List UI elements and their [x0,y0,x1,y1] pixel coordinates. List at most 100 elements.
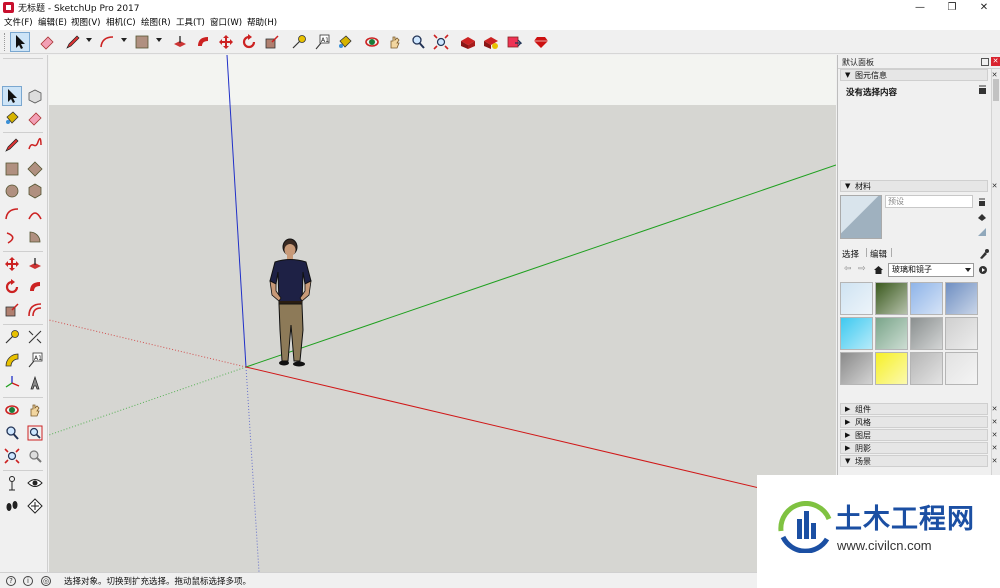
panel-close-icon[interactable]: ✕ [990,457,999,466]
toolbar-grip[interactable] [3,58,43,59]
layers-header[interactable]: ▶ 图层 ✕ [840,429,997,441]
follow-me-tool-button[interactable] [25,277,45,297]
material-swatch[interactable] [840,317,873,350]
geo-location-icon[interactable]: ? [6,576,16,586]
panel-close-icon[interactable]: ✕ [990,182,999,191]
3d-viewport[interactable] [49,55,836,572]
menu-window[interactable]: 窗口(W) [210,16,242,28]
move-tool-button[interactable] [216,32,236,52]
paint-bucket-tool-button[interactable] [335,32,355,52]
scenes-header[interactable]: ▼ 场景 ✕ [840,455,997,467]
protractor-tool-button[interactable] [2,350,22,370]
styles-header[interactable]: ▶ 风格 ✕ [840,416,997,428]
eyedropper-icon[interactable] [979,248,989,259]
home-icon[interactable] [873,265,884,275]
zoom-tool-button[interactable] [2,423,22,443]
tab-edit[interactable]: 编辑 [870,248,887,260]
3d-warehouse-button[interactable] [458,32,478,52]
menu-edit[interactable]: 编辑(E) [38,16,67,28]
scrollbar-thumb[interactable] [993,79,999,101]
credits-icon[interactable]: i [23,576,33,586]
rotate-tool-button[interactable] [2,277,22,297]
panel-close-icon[interactable]: ✕ [990,405,999,414]
zoom-window-tool-button[interactable] [25,423,45,443]
forward-arrow-icon[interactable]: ⇨ [858,264,866,274]
select-tool-button[interactable] [10,32,30,52]
menu-tools[interactable]: 工具(T) [176,16,205,28]
arc-tool-button[interactable] [97,32,117,52]
material-swatch[interactable] [910,317,943,350]
menu-camera[interactable]: 相机(C) [106,16,136,28]
extension-warehouse-button[interactable] [481,32,501,52]
materials-header[interactable]: ▼ 材料 ✕ [840,180,997,192]
tape-measure-tool-button[interactable] [289,32,309,52]
rotate-tool-button[interactable] [239,32,259,52]
push-pull-tool-button[interactable] [25,254,45,274]
walk-tool-button[interactable] [2,496,22,516]
component-tool-button[interactable] [25,86,45,106]
polygon-tool-button[interactable] [25,181,45,201]
2pt-arc-tool-button[interactable] [25,204,45,224]
panel-close-icon[interactable]: ✕ [990,444,999,453]
zoom-tool-button[interactable] [408,32,428,52]
material-swatch[interactable] [945,352,978,385]
3pt-arc-tool-button[interactable] [2,227,22,247]
scale-tool-button[interactable] [2,300,22,320]
minimize-button[interactable]: — [904,0,936,15]
material-swatch[interactable] [945,317,978,350]
rectangle-tool-button[interactable] [132,32,152,52]
rectangle-tool-button[interactable] [2,159,22,179]
section-plane-tool-button[interactable] [25,496,45,516]
select-tool-button[interactable] [2,86,22,106]
orbit-tool-button[interactable] [362,32,382,52]
default-material-icon[interactable] [977,227,987,237]
menu-file[interactable]: 文件(F) [4,16,33,28]
material-swatch[interactable] [875,317,908,350]
toolbar-grip[interactable] [4,33,7,51]
panel-close-icon[interactable]: ✕ [990,71,999,80]
arc-dropdown-icon[interactable] [121,38,127,42]
create-material-icon[interactable] [977,212,987,222]
material-swatch[interactable] [840,352,873,385]
pan-tool-button[interactable] [25,400,45,420]
paint-bucket-tool-button[interactable] [2,108,22,128]
eraser-tool-button[interactable] [25,108,45,128]
material-swatch[interactable] [910,282,943,315]
previous-view-button[interactable] [25,446,45,466]
tab-select[interactable]: 选择 [842,248,859,260]
material-swatch[interactable] [875,282,908,315]
display-secondary-icon[interactable] [977,197,987,207]
rectangle-dropdown-icon[interactable] [156,38,162,42]
shadows-header[interactable]: ▶ 阴影 ✕ [840,442,997,454]
material-swatch[interactable] [945,282,978,315]
material-collection-select[interactable]: 玻璃和镜子 [888,263,974,277]
user-account-icon[interactable]: ◎ [41,576,51,586]
details-arrow-icon[interactable] [978,265,988,275]
line-tool-button[interactable] [2,135,22,155]
pie-tool-button[interactable] [25,227,45,247]
panel-close-icon[interactable]: ✕ [990,431,999,440]
material-swatch[interactable] [875,352,908,385]
arc-tool-button[interactable] [2,204,22,224]
pan-tool-button[interactable] [385,32,405,52]
circle-tool-button[interactable] [2,181,22,201]
maximize-button[interactable]: ❐ [936,0,968,15]
3d-text-tool-button[interactable] [25,373,45,393]
extension-manager-button[interactable] [531,32,551,52]
menu-help[interactable]: 帮助(H) [247,16,277,28]
material-name-field[interactable]: 预设 [885,195,973,208]
tape-measure-tool-button[interactable] [2,327,22,347]
menu-draw[interactable]: 绘图(R) [141,16,171,28]
dimension-tool-button[interactable] [25,327,45,347]
menu-view[interactable]: 视图(V) [71,16,100,28]
entity-info-header[interactable]: ▼ 图元信息 ✕ [840,69,997,81]
scale-tool-button[interactable] [262,32,282,52]
eraser-tool-button[interactable] [37,32,57,52]
orbit-tool-button[interactable] [2,400,22,420]
tray-close-button[interactable]: ✕ [991,57,1000,66]
material-swatch[interactable] [840,282,873,315]
material-preview-swatch[interactable] [840,195,882,239]
freehand-tool-button[interactable] [25,135,45,155]
components-header[interactable]: ▶ 组件 ✕ [840,403,997,415]
zoom-extents-tool-button[interactable] [431,32,451,52]
